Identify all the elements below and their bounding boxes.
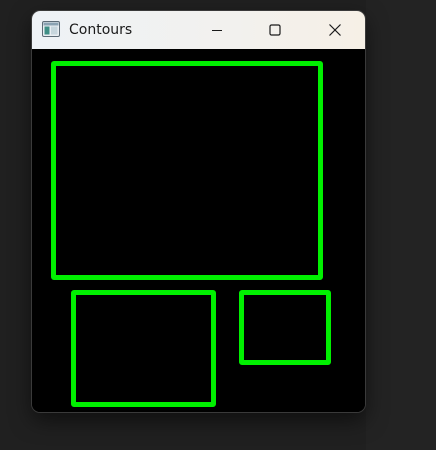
- minimize-icon: [211, 24, 223, 36]
- app-window-icon: [42, 21, 60, 37]
- minimize-button[interactable]: [188, 11, 246, 49]
- close-icon: [328, 23, 342, 37]
- desktop-background: Contours: [0, 0, 436, 450]
- desktop-background-strip: [366, 0, 436, 450]
- title-bar[interactable]: Contours: [32, 11, 365, 49]
- window-title: Contours: [69, 22, 133, 38]
- contour-bottom-right-rectangle: [239, 290, 331, 365]
- maximize-icon: [269, 24, 281, 36]
- image-canvas: [32, 49, 365, 412]
- close-button[interactable]: [306, 11, 364, 49]
- contours-window: Contours: [32, 11, 365, 412]
- contour-large-rectangle: [51, 61, 323, 280]
- contour-bottom-left-rectangle: [71, 290, 216, 407]
- maximize-button[interactable]: [246, 11, 304, 49]
